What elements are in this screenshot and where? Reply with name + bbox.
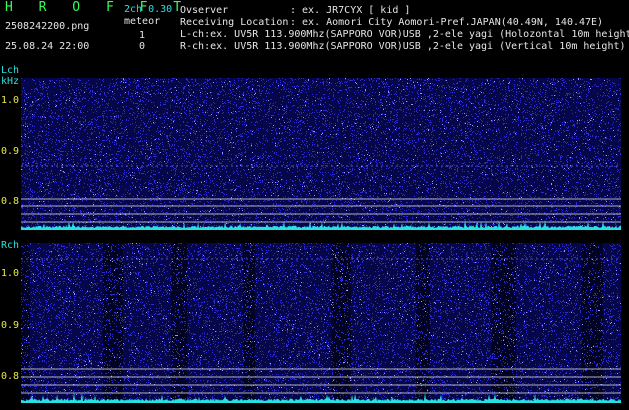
observer-label: Ovserver [180, 5, 229, 16]
rch-spectrogram-svg [21, 243, 621, 403]
filename-label: 2508242200.png [5, 21, 90, 32]
mode-label: 2ch 0.30 [124, 4, 173, 15]
lch-label: Lch [1, 65, 20, 76]
datetime-label: 25.08.24 22:00 [5, 41, 90, 52]
lch-spectrogram [21, 78, 621, 230]
location-value: : ex. Aomori City Aomori-Pref.JAPAN(40.4… [290, 17, 604, 28]
rch-ytick-1: 1.0 [1, 268, 20, 279]
lch-info: L-ch:ex. UV5R 113.900Mhz(SAPPORO VOR)USB… [180, 29, 629, 40]
observer-value: : ex. JR7CYX [ kid ] [290, 5, 411, 16]
lch-ytick-1: 1.0 [1, 95, 20, 106]
meteor-count-r: 0 [139, 41, 146, 52]
meteor-count-l: 1 [139, 30, 146, 41]
rch-spectrogram [21, 243, 621, 403]
dark-band [581, 243, 603, 403]
lch-ytick-3: 0.8 [1, 196, 20, 207]
lch-unit: kHz [1, 76, 20, 87]
dark-band [171, 243, 187, 403]
rch-label: Rch [1, 240, 20, 251]
rch-info: R-ch:ex. UV5R 113.900Mhz(SAPPORO VOR)USB… [180, 41, 626, 52]
rch-ytick-3: 0.8 [1, 371, 20, 382]
lch-spectrogram-svg [21, 78, 621, 230]
rch-ytick-2: 0.9 [1, 320, 20, 331]
noise-speckle [21, 78, 621, 230]
meteor-label: meteor [124, 16, 161, 27]
location-label: Receiving Location [180, 17, 289, 28]
lch-ytick-2: 0.9 [1, 146, 20, 157]
